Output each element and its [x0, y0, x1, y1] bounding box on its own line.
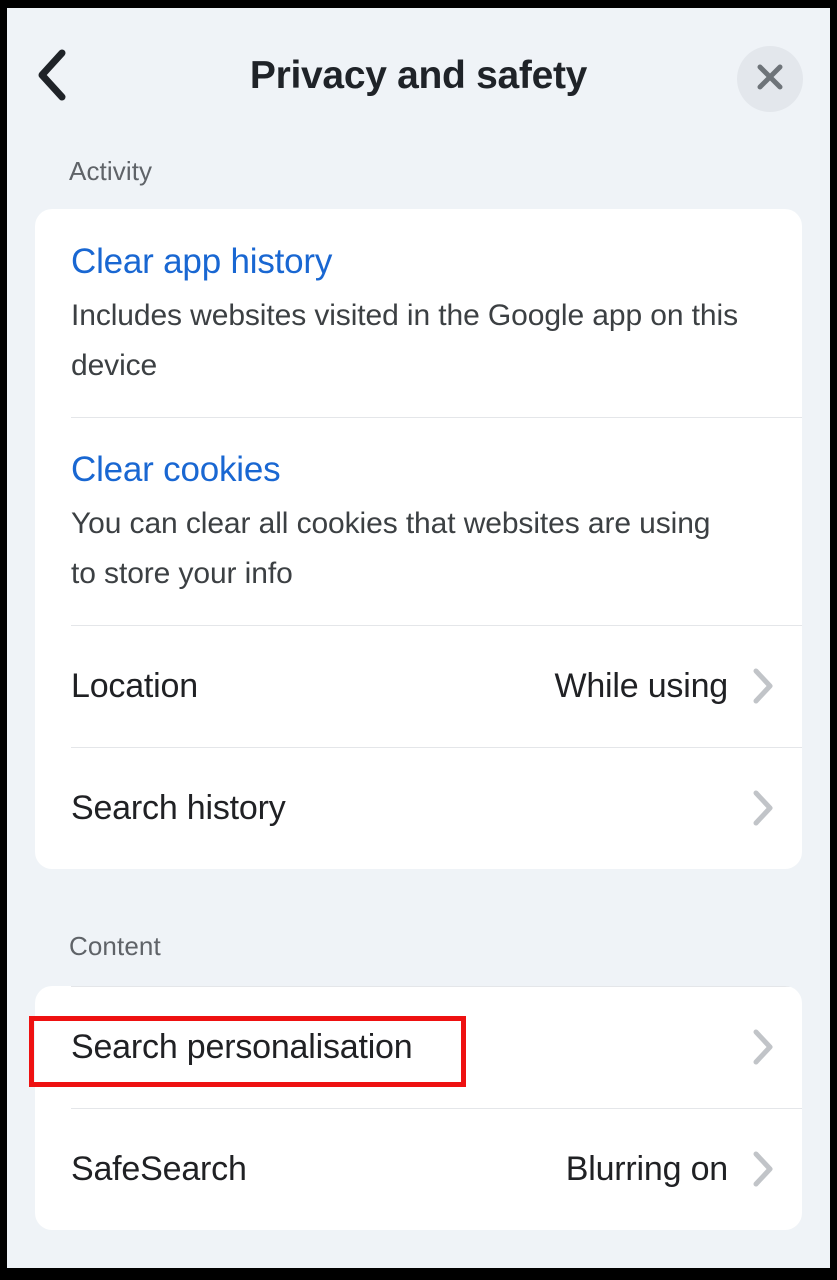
page-title: Privacy and safety — [249, 54, 588, 97]
clear-cookies-description: You can clear all cookies that websites … — [71, 507, 711, 590]
row-clear-app-history[interactable]: Clear app history Includes websites visi… — [35, 209, 802, 417]
row-clear-cookies[interactable]: Clear cookies You can clear all cookies … — [35, 417, 802, 625]
app-header: Privacy and safety — [7, 8, 830, 138]
row-safesearch[interactable]: SafeSearch Blurring on — [35, 1108, 802, 1230]
section-label-content: Content — [69, 931, 161, 961]
row-search-personalisation[interactable]: Search personalisation — [35, 986, 802, 1108]
app-screen: Privacy and safety Activity Clear app hi… — [7, 8, 830, 1268]
row-location[interactable]: Location While using — [35, 625, 802, 747]
row-search-history[interactable]: Search history — [35, 747, 802, 869]
clear-cookies-link[interactable]: Clear cookies — [71, 445, 766, 495]
location-value: While using — [554, 666, 728, 705]
close-button[interactable] — [737, 46, 803, 112]
safesearch-value: Blurring on — [565, 1149, 728, 1188]
chevron-right-icon — [750, 1027, 776, 1067]
location-label: Location — [71, 666, 198, 705]
clear-app-history-link[interactable]: Clear app history — [71, 237, 766, 287]
search-personalisation-label: Search personalisation — [71, 1027, 413, 1066]
device-frame: Privacy and safety Activity Clear app hi… — [0, 0, 837, 1280]
search-history-label: Search history — [71, 788, 286, 827]
clear-app-history-description: Includes websites visited in the Google … — [71, 299, 738, 382]
content-card: Search personalisation SafeSearch Blurri… — [35, 986, 802, 1230]
safesearch-label: SafeSearch — [71, 1149, 247, 1188]
chevron-right-icon — [750, 666, 776, 706]
close-icon — [753, 60, 787, 99]
section-label-activity: Activity — [69, 156, 153, 186]
chevron-right-icon — [750, 1149, 776, 1189]
activity-card: Clear app history Includes websites visi… — [35, 209, 802, 869]
chevron-right-icon — [750, 788, 776, 828]
